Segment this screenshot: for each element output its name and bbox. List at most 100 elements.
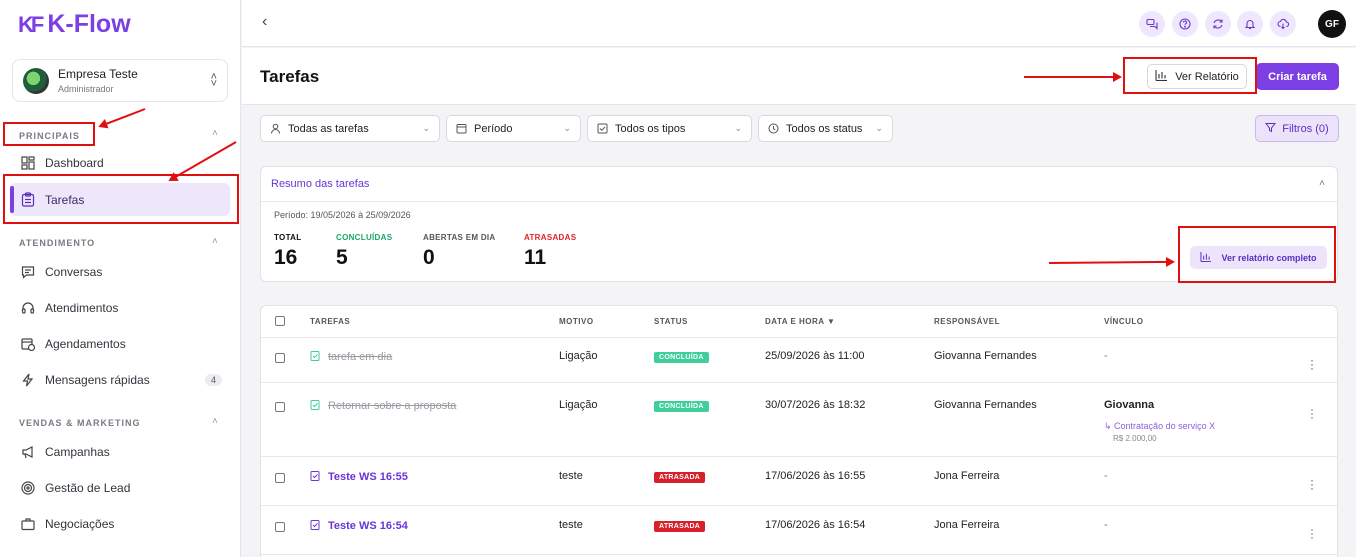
summary-title[interactable]: Resumo das tarefas [271, 178, 369, 190]
column-header-link[interactable]: VÍNCULO [1104, 317, 1144, 326]
back-icon[interactable]: ‹ [262, 13, 267, 31]
headset-icon [20, 301, 35, 316]
checkbox-icon [597, 123, 608, 134]
stat-label: ABERTAS EM DIA [423, 233, 496, 242]
sidebar-item-label: Campanhas [45, 445, 110, 459]
chevron-up-icon[interactable]: ˄ [212, 416, 218, 427]
task-title: Teste WS 16:55 [328, 471, 408, 483]
column-header-datetime[interactable]: DATA E HORA ▼ [765, 317, 835, 326]
divider [261, 337, 1337, 338]
chevron-down-icon: ⌄ [875, 123, 883, 133]
row-checkbox[interactable] [275, 522, 285, 532]
bell-icon[interactable] [1237, 11, 1263, 37]
section-atendimento: ATENDIMENTO [19, 238, 96, 248]
chevron-down-icon: ⌄ [563, 123, 571, 133]
clipboard-check-icon [310, 399, 320, 413]
stat-value: 16 [274, 246, 298, 269]
sidebar-item-agendamentos[interactable]: Agendamentos [10, 327, 230, 361]
funnel-icon [1265, 122, 1277, 136]
section-vendas-marketing: VENDAS & MARKETING [19, 418, 141, 428]
sidebar-item-mensagens-rapidas[interactable]: Mensagens rápidas 4 [10, 363, 230, 397]
task-title-link[interactable]: Retornar sobre a proposta [310, 399, 456, 413]
sidebar-item-label: Atendimentos [45, 301, 119, 315]
highlight-box [3, 174, 239, 224]
chevron-down-icon: ⌄ [422, 123, 430, 133]
task-datetime: 17/06/2026 às 16:55 [765, 470, 866, 482]
filter-tasks-select[interactable]: Todas as tarefas ⌄ [260, 115, 440, 142]
task-datetime: 30/07/2026 às 18:32 [765, 399, 866, 411]
filter-tasks-label: Todas as tarefas [288, 122, 369, 135]
task-title-link[interactable]: Teste WS 16:54 [310, 519, 408, 533]
chat-bubbles-icon[interactable] [1139, 11, 1165, 37]
task-summary-card: Resumo das tarefas ˄ Período: 19/05/2026… [260, 166, 1338, 282]
linked-contact[interactable]: Giovanna [1104, 399, 1154, 411]
task-link: - [1104, 470, 1108, 482]
more-options-icon[interactable]: · · · [1310, 523, 1314, 543]
linked-deal[interactable]: ↳ Contratação do serviço X [1104, 421, 1215, 432]
sidebar: KF K-Flow Empresa Teste Administrador ˄ ˅… [0, 0, 241, 557]
refresh-icon[interactable] [1205, 11, 1231, 37]
lightning-icon [20, 373, 35, 388]
filter-status-select[interactable]: Todos os status ⌄ [758, 115, 893, 142]
stat-value: 0 [423, 246, 435, 269]
task-title-link[interactable]: tarefa em dia [310, 350, 392, 364]
task-title: tarefa em dia [328, 351, 393, 363]
sidebar-item-campanhas[interactable]: Campanhas [10, 435, 230, 469]
row-checkbox[interactable] [275, 353, 285, 363]
highlight-box [1123, 57, 1257, 94]
select-all-checkbox[interactable] [275, 316, 285, 326]
briefcase-icon [20, 517, 35, 532]
stat-label: ATRASADAS [524, 233, 577, 242]
filter-types-select[interactable]: Todos os tipos ⌄ [587, 115, 752, 142]
column-header-owner[interactable]: RESPONSÁVEL [934, 317, 1000, 326]
company-switcher[interactable]: Empresa Teste Administrador ˄ ˅ [12, 59, 228, 102]
more-options-icon[interactable]: · · · [1310, 403, 1314, 423]
status-badge: ATRASADA [654, 472, 706, 483]
logo-text: K-Flow [47, 10, 131, 38]
divider [261, 554, 1337, 555]
filter-period-select[interactable]: Período ⌄ [446, 115, 581, 142]
create-task-button[interactable]: Criar tarefa [1256, 63, 1339, 90]
calendar-icon [456, 123, 467, 134]
linked-deal-value: R$ 2.000,00 [1113, 434, 1157, 443]
chevron-up-icon[interactable]: ˄ [212, 236, 218, 247]
help-icon[interactable] [1172, 11, 1198, 37]
status-badge: CONCLUÍDA [654, 401, 709, 412]
company-name: Empresa Teste [58, 67, 138, 81]
stat-value: 11 [524, 246, 547, 269]
megaphone-icon [20, 445, 35, 460]
task-owner: Jona Ferreira [934, 519, 1000, 531]
column-header-status[interactable]: STATUS [654, 317, 688, 326]
divider [261, 456, 1337, 457]
more-options-icon[interactable]: · · · [1310, 354, 1314, 374]
cloud-download-icon[interactable] [1270, 11, 1296, 37]
sidebar-item-label: Conversas [45, 265, 103, 279]
clock-icon [768, 123, 779, 134]
row-checkbox[interactable] [275, 402, 285, 412]
user-icon [270, 123, 281, 134]
tasks-table: TAREFAS MOTIVO STATUS DATA E HORA ▼ RESP… [260, 305, 1338, 557]
column-header-tasks[interactable]: TAREFAS [310, 317, 350, 326]
filters-button[interactable]: Filtros (0) [1255, 115, 1339, 142]
task-reason: Ligação [559, 399, 598, 411]
user-avatar[interactable]: GF [1318, 10, 1346, 38]
task-title: Teste WS 16:54 [328, 520, 408, 532]
more-options-icon[interactable]: · · · [1310, 474, 1314, 494]
chevron-up-icon[interactable]: ˄ [212, 128, 218, 139]
task-title: Retornar sobre a proposta [328, 400, 457, 412]
column-header-reason[interactable]: MOTIVO [559, 317, 594, 326]
sidebar-item-negociacoes[interactable]: Negociações [10, 507, 230, 541]
stat-concluidas: CONCLUÍDAS 5 [336, 233, 392, 270]
sidebar-item-atendimentos[interactable]: Atendimentos [10, 291, 230, 325]
divider [261, 505, 1337, 506]
count-badge: 4 [204, 374, 222, 386]
row-checkbox[interactable] [275, 473, 285, 483]
logo[interactable]: KF K-Flow [18, 10, 131, 39]
arrow-annotation [1024, 72, 1122, 82]
sidebar-item-gestao-de-lead[interactable]: Gestão de Lead [10, 471, 230, 505]
clipboard-check-icon [310, 350, 320, 364]
task-title-link[interactable]: Teste WS 16:55 [310, 470, 408, 484]
chevron-up-icon[interactable]: ˄ [1319, 178, 1325, 189]
company-avatar [23, 67, 49, 94]
sidebar-item-conversas[interactable]: Conversas [10, 255, 230, 289]
